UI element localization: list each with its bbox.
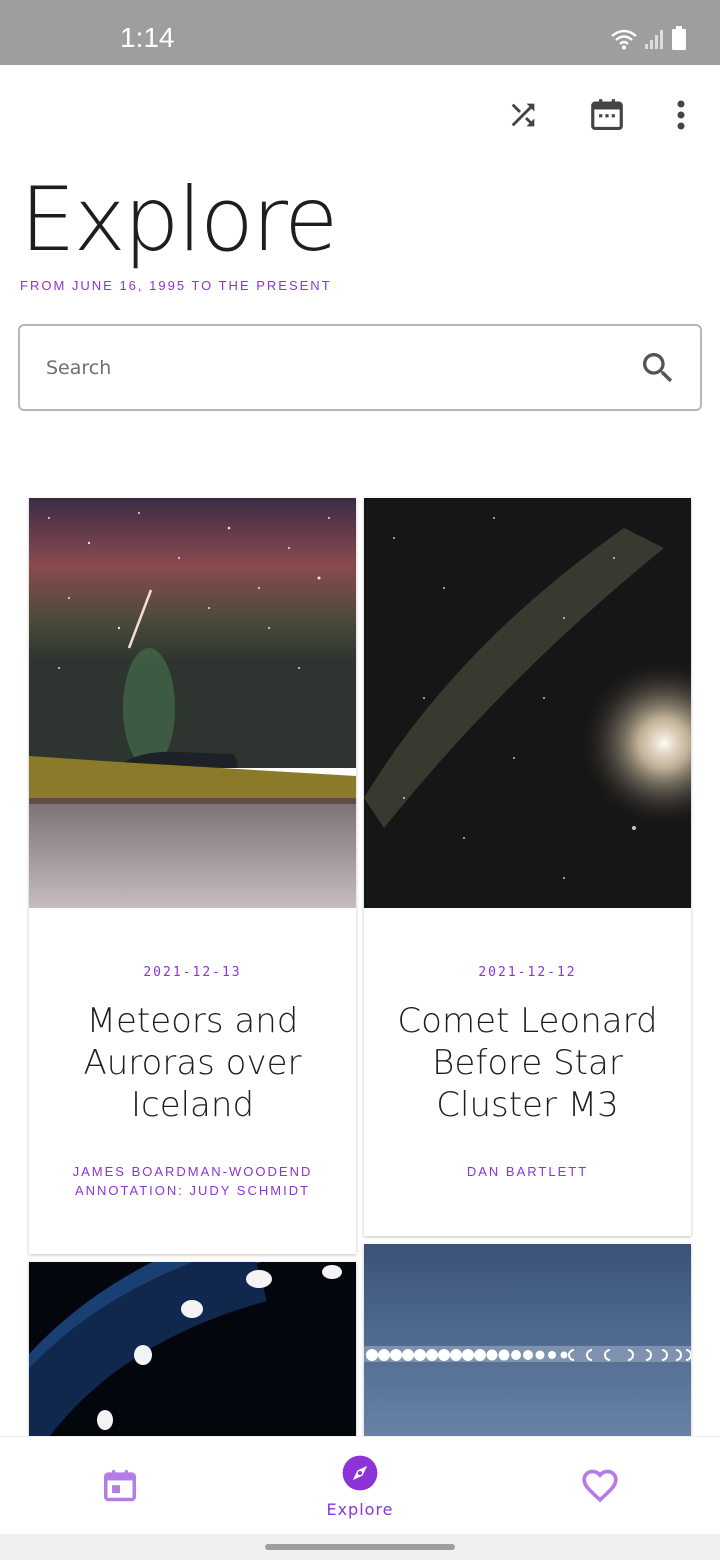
shuffle-icon bbox=[511, 103, 535, 127]
card-image-comet bbox=[364, 498, 691, 908]
calendar-icon bbox=[591, 99, 623, 131]
home-gesture-bar[interactable] bbox=[265, 1544, 455, 1550]
status-bar: 1:14 bbox=[0, 0, 720, 65]
shuffle-button[interactable] bbox=[501, 93, 545, 137]
card-date: 2021-12-12 bbox=[478, 965, 577, 980]
card-title: Comet Leonard Before Star Cluster M3 bbox=[397, 1001, 658, 1125]
nav-item-favorites[interactable] bbox=[520, 1437, 680, 1535]
nav-label-explore: Explore bbox=[326, 1499, 394, 1519]
bottom-navigation: Explore bbox=[0, 1436, 720, 1534]
explore-compass-icon bbox=[342, 1455, 378, 1490]
wifi-icon bbox=[611, 29, 637, 50]
card-image-aurora bbox=[29, 498, 356, 908]
card-title: Meteors and Auroras over Iceland bbox=[83, 1001, 302, 1125]
favorite-heart-icon bbox=[582, 1469, 618, 1503]
nav-item-today[interactable] bbox=[40, 1437, 200, 1535]
search-box bbox=[18, 324, 702, 411]
more-options-button[interactable] bbox=[659, 93, 703, 137]
calendar-button[interactable] bbox=[585, 93, 629, 137]
card-credit-annotation: ANNOTATION: JUDY SCHMIDT bbox=[74, 1183, 311, 1198]
apod-card-2[interactable]: 2021-12-12 Comet Leonard Before Star Clu… bbox=[364, 498, 691, 1236]
page-title: Explore bbox=[20, 168, 338, 271]
signal-icon bbox=[645, 30, 663, 49]
card-image-earth-limb bbox=[29, 1262, 356, 1462]
search-input[interactable] bbox=[46, 346, 606, 390]
card-date: 2021-12-13 bbox=[143, 965, 242, 980]
card-image-moon-phases bbox=[364, 1244, 691, 1462]
status-icons bbox=[610, 26, 686, 50]
search-icon[interactable] bbox=[638, 348, 678, 388]
status-time: 1:14 bbox=[120, 22, 175, 53]
battery-icon bbox=[672, 26, 686, 50]
apod-card-3[interactable] bbox=[29, 1262, 356, 1462]
apod-card-4[interactable] bbox=[364, 1244, 691, 1462]
nav-item-explore[interactable]: Explore bbox=[280, 1437, 440, 1535]
apod-card-1[interactable]: 2021-12-13 Meteors and Auroras over Icel… bbox=[29, 498, 356, 1254]
card-credit-author: DAN BARTLETT bbox=[466, 1164, 589, 1179]
date-range-subtitle: FROM JUNE 16, 1995 TO THE PRESENT bbox=[20, 278, 332, 293]
calendar-today-icon bbox=[104, 1470, 136, 1502]
gesture-area bbox=[0, 1534, 720, 1560]
more-vert-icon bbox=[677, 100, 685, 130]
card-credit-author: JAMES BOARDMAN-WOODEND bbox=[72, 1164, 313, 1179]
